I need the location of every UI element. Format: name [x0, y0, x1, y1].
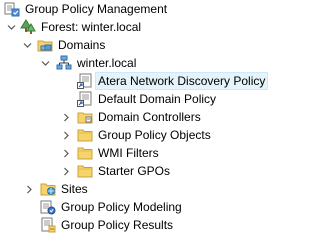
chevron-right-icon[interactable] [61, 162, 71, 180]
chevron-right-icon[interactable] [61, 144, 71, 162]
gpmc-console-icon [4, 1, 20, 17]
tree-item-label: Starter GPOs [98, 164, 171, 178]
tree-item-gpo-link-atera[interactable]: Atera Network Discovery Policy [0, 72, 291, 90]
tree-item-label: Default Domain Policy [98, 92, 217, 106]
tree-item-label: Domains [58, 38, 106, 52]
tree-item-label: Group Policy Objects [98, 128, 211, 142]
tree-item-label: Atera Network Discovery Policy [95, 72, 269, 90]
tree-item-label: WMI Filters [98, 146, 159, 160]
chevron-right-icon[interactable] [61, 126, 71, 144]
tree-item-label: Domain Controllers [98, 110, 201, 124]
forest-icon [20, 19, 36, 35]
gpo-link-icon [77, 91, 93, 107]
ou-folder-icon [77, 109, 93, 125]
tree-item-group-policy-results[interactable]: Group Policy Results [0, 216, 291, 234]
tree-item-domain-controllers[interactable]: Domain Controllers [0, 108, 291, 126]
tree-item-wmi-filters[interactable]: WMI Filters [0, 144, 291, 162]
sites-icon [40, 181, 56, 197]
tree-item-gpmc-root[interactable]: Group Policy Management [0, 0, 291, 18]
chevron-down-icon[interactable] [6, 18, 16, 36]
tree-item-starter-gpos[interactable]: Starter GPOs [0, 162, 291, 180]
tree-item-label: Group Policy Management [25, 2, 168, 16]
tree-item-label: winter.local [77, 56, 137, 70]
folder-icon [77, 127, 93, 143]
domain-icon [56, 55, 72, 71]
folder-icon [77, 145, 93, 161]
tree-item-label: Group Policy Modeling [61, 200, 182, 214]
chevron-down-icon[interactable] [40, 54, 50, 72]
tree-item-domains[interactable]: Domains [0, 36, 291, 54]
chevron-down-icon[interactable] [22, 36, 32, 54]
tree-item-domain-winter-local[interactable]: winter.local [0, 54, 291, 72]
tree-item-label: Group Policy Results [61, 218, 174, 232]
modeling-icon [40, 199, 56, 215]
gpo-link-icon [77, 73, 93, 89]
folder-icon [77, 163, 93, 179]
tree-item-sites[interactable]: Sites [0, 180, 291, 198]
tree-item-label: Sites [61, 182, 88, 196]
gpmc-tree-view[interactable]: Group Policy Management Forest: winter.l… [0, 0, 291, 250]
tree-item-group-policy-objects[interactable]: Group Policy Objects [0, 126, 291, 144]
chevron-right-icon[interactable] [61, 108, 71, 126]
tree-item-group-policy-modeling[interactable]: Group Policy Modeling [0, 198, 291, 216]
tree-item-label: Forest: winter.local [41, 20, 142, 34]
domains-folder-icon [37, 37, 53, 53]
tree-item-forest[interactable]: Forest: winter.local [0, 18, 291, 36]
results-icon [40, 217, 56, 233]
tree-item-gpo-link-default-domain-policy[interactable]: Default Domain Policy [0, 90, 291, 108]
chevron-right-icon[interactable] [24, 180, 34, 198]
